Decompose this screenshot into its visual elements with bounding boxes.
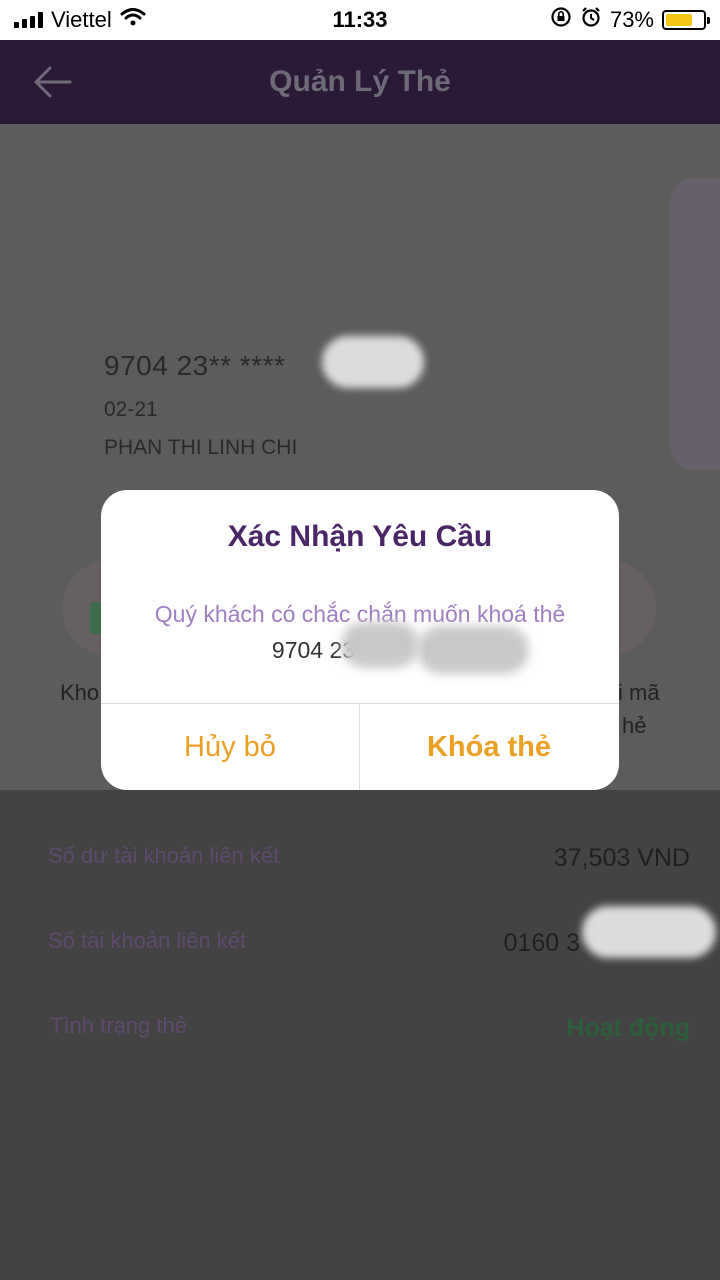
status-bar-left: Viettel: [14, 7, 146, 33]
wifi-icon: [120, 7, 146, 33]
lock-card-button[interactable]: Khóa thẻ: [360, 704, 618, 790]
orientation-lock-icon: [550, 6, 572, 34]
card-holder-name: PHAN THI LINH CHI: [104, 436, 298, 459]
cancel-button[interactable]: Hủy bỏ: [101, 704, 359, 790]
redacted-dialog-digits-1: [341, 622, 419, 668]
dialog-title: Xác Nhận Yêu Cầu: [227, 520, 493, 553]
confirm-dialog: Xác Nhận Yêu Cầu Quý khách có chắc chắn …: [101, 490, 619, 790]
redacted-account-digits: [582, 906, 716, 958]
card-number: 9704 23** ****: [104, 350, 286, 381]
next-card-peek[interactable]: [670, 178, 720, 470]
card-status-value: Hoạt động: [566, 1014, 690, 1042]
battery-level-fill: [666, 14, 693, 26]
card-expiry: 02-21: [104, 398, 158, 421]
card-status-label: Tình trạng thẻ: [50, 1013, 187, 1038]
carrier-name: Viettel: [51, 7, 112, 32]
status-bar-right: 73%: [550, 6, 710, 34]
signal-icon: [14, 12, 43, 28]
balance-label: Số dư tài khoản liên kết: [48, 843, 280, 868]
balance-value: 37,503 VND: [553, 844, 690, 872]
account-value: 0160 3: [503, 929, 580, 957]
status-bar: Viettel 11:33 73%: [0, 0, 720, 40]
app-header: Quản Lý Thẻ: [0, 40, 720, 124]
pin-action-label-line2: hẻ: [622, 713, 647, 738]
alarm-icon: [580, 6, 602, 34]
battery-percent: 73%: [609, 7, 654, 32]
battery-icon: [662, 10, 710, 30]
account-label: Số tài khoản liên kết: [48, 928, 247, 953]
page-title: Quản Lý Thẻ: [269, 65, 451, 98]
back-button[interactable]: [30, 60, 78, 104]
pin-action-label-line1: i mã: [618, 680, 660, 705]
redacted-card-digits: [322, 336, 424, 388]
arrow-left-icon: [34, 66, 72, 98]
lock-action-label: Kho: [60, 680, 100, 705]
redacted-dialog-digits-2: [417, 626, 529, 674]
